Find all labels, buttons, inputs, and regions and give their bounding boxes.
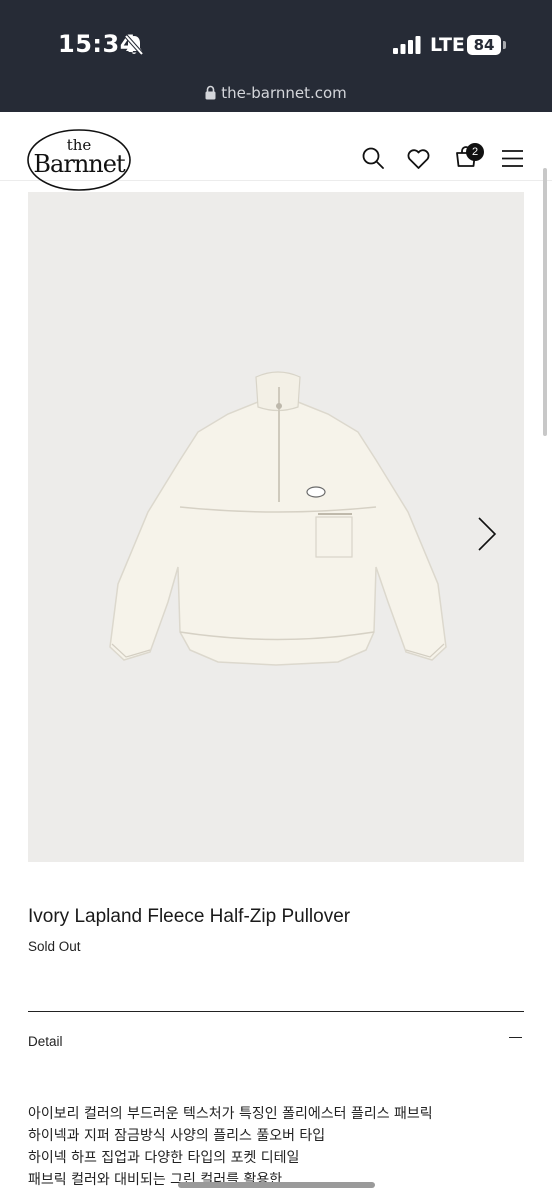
product-image[interactable] bbox=[28, 192, 524, 862]
search-icon[interactable] bbox=[362, 147, 384, 174]
product-description: 아이보리 컬러의 부드러운 텍스처가 특징인 폴리에스터 플리스 패브릭 하이넥… bbox=[28, 1103, 433, 1191]
divider bbox=[28, 1011, 524, 1012]
site-logo[interactable]: the Barnnet bbox=[26, 128, 134, 197]
home-indicator[interactable] bbox=[178, 1182, 375, 1188]
address-bar[interactable]: the-barnnet.com bbox=[0, 84, 552, 104]
chevron-right-icon[interactable] bbox=[476, 515, 498, 558]
menu-icon[interactable] bbox=[502, 150, 523, 172]
status-bar: 15:34 LTE 84 the-barnnet.com bbox=[0, 0, 552, 112]
signal-icon bbox=[393, 36, 421, 59]
minus-icon[interactable] bbox=[509, 1037, 522, 1038]
cart-count-badge: 2 bbox=[466, 143, 484, 161]
stock-status: Sold Out bbox=[28, 939, 81, 954]
battery-icon: 84 bbox=[467, 35, 501, 55]
url-text: the-barnnet.com bbox=[221, 84, 347, 102]
pullover-illustration bbox=[109, 371, 447, 666]
product-title: Ivory Lapland Fleece Half-Zip Pullover bbox=[28, 906, 351, 927]
lock-icon bbox=[205, 85, 216, 104]
network-type: LTE bbox=[430, 34, 465, 56]
description-line: 하이넥과 지퍼 잠금방식 사양의 플리스 풀오버 타입 bbox=[28, 1128, 326, 1144]
description-line: 하이넥 하프 집업과 다양한 타입의 포켓 디테일 bbox=[28, 1150, 300, 1166]
heart-icon[interactable] bbox=[407, 149, 430, 174]
bell-muted-icon bbox=[124, 34, 144, 61]
detail-accordion-label[interactable]: Detail bbox=[28, 1034, 63, 1049]
svg-text:Barnnet: Barnnet bbox=[33, 150, 126, 178]
scrollbar[interactable] bbox=[543, 168, 547, 436]
description-line: 아이보리 컬러의 부드러운 텍스처가 특징인 폴리에스터 플리스 패브릭 bbox=[28, 1106, 433, 1122]
battery-tip bbox=[503, 41, 506, 49]
